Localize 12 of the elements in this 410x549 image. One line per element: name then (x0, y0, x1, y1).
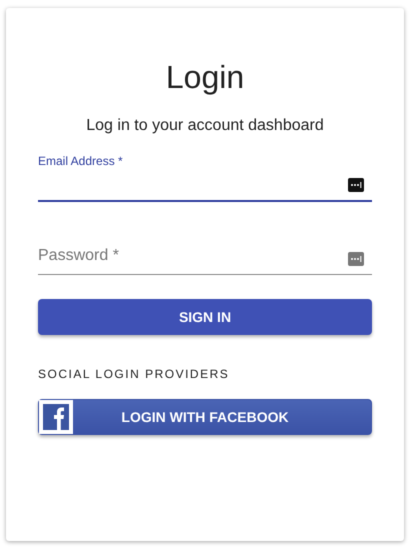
input-field[interactable]: Email Address * (38, 146, 372, 202)
section-heading: SOCIAL LOGIN PROVIDERS (38, 366, 230, 384)
subtitle: Log in to your account dashboard (85, 116, 325, 136)
facebook-login-button[interactable]: LOGIN WITH FACEBOOK (38, 399, 372, 436)
key-icon (348, 178, 364, 192)
input-field[interactable]: Password * (38, 219, 372, 276)
logo-icon (43, 404, 69, 430)
key-icon (348, 252, 364, 266)
sign-in-button[interactable]: SIGN IN (38, 299, 372, 336)
field-label: Password * (38, 246, 119, 266)
field-label: Email Address * (38, 153, 123, 170)
title: Login (164, 58, 246, 96)
